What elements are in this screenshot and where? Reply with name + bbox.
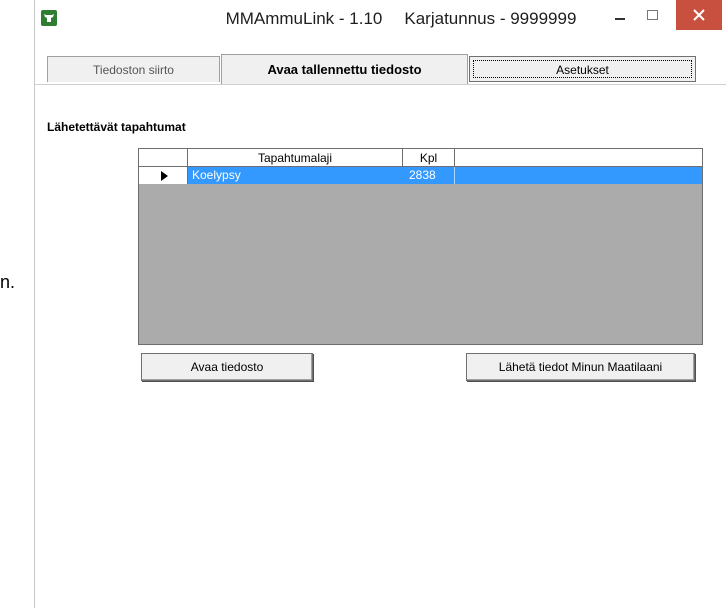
column-header-tapahtumalaji[interactable]: Tapahtumalaji bbox=[188, 149, 403, 167]
tab-avaa-tallennettu-tiedosto[interactable]: Avaa tallennettu tiedosto bbox=[221, 54, 468, 84]
maximize-icon[interactable] bbox=[643, 6, 663, 26]
table-row[interactable]: Koelypsy 2838 bbox=[139, 167, 702, 184]
stray-text: n. bbox=[0, 272, 16, 292]
app-name: MMAmmuLink - 1.10 bbox=[225, 9, 383, 28]
tab-divider bbox=[35, 84, 726, 85]
column-header-filler bbox=[455, 149, 702, 167]
row-selector-header bbox=[139, 149, 188, 167]
tab-tiedoston-siirto[interactable]: Tiedoston siirto bbox=[47, 56, 220, 82]
cell-kpl[interactable]: 2838 bbox=[409, 167, 436, 184]
open-file-button[interactable]: Avaa tiedosto bbox=[141, 353, 313, 381]
send-data-button[interactable]: Lähetä tiedot Minun Maatilaani bbox=[466, 353, 695, 381]
cell-divider bbox=[454, 167, 455, 184]
app-window: MMAmmuLink - 1.10 Karjatunnus - 9999999 T… bbox=[34, 0, 726, 608]
minimize-icon[interactable] bbox=[610, 8, 630, 28]
farm-id: Karjatunnus - 9999999 bbox=[404, 9, 577, 28]
title-bar: MMAmmuLink - 1.10 Karjatunnus - 9999999 bbox=[35, 0, 726, 37]
tab-asetukset[interactable]: Asetukset bbox=[469, 56, 696, 82]
events-grid[interactable]: Tapahtumalaji Kpl Koelypsy 2838 bbox=[138, 148, 703, 345]
column-header-kpl[interactable]: Kpl bbox=[403, 149, 455, 167]
cell-tapahtumalaji[interactable]: Koelypsy bbox=[192, 167, 241, 184]
current-row-arrow-icon bbox=[161, 171, 168, 181]
close-icon[interactable] bbox=[676, 0, 722, 30]
section-heading: Lähetettävät tapahtumat bbox=[47, 120, 186, 134]
focus-rectangle bbox=[473, 60, 692, 78]
tab-label: Tiedoston siirto bbox=[93, 63, 174, 77]
row-selector[interactable] bbox=[139, 167, 188, 184]
row-cells[interactable]: Koelypsy 2838 bbox=[188, 167, 702, 184]
tab-label: Avaa tallennettu tiedosto bbox=[267, 62, 422, 77]
